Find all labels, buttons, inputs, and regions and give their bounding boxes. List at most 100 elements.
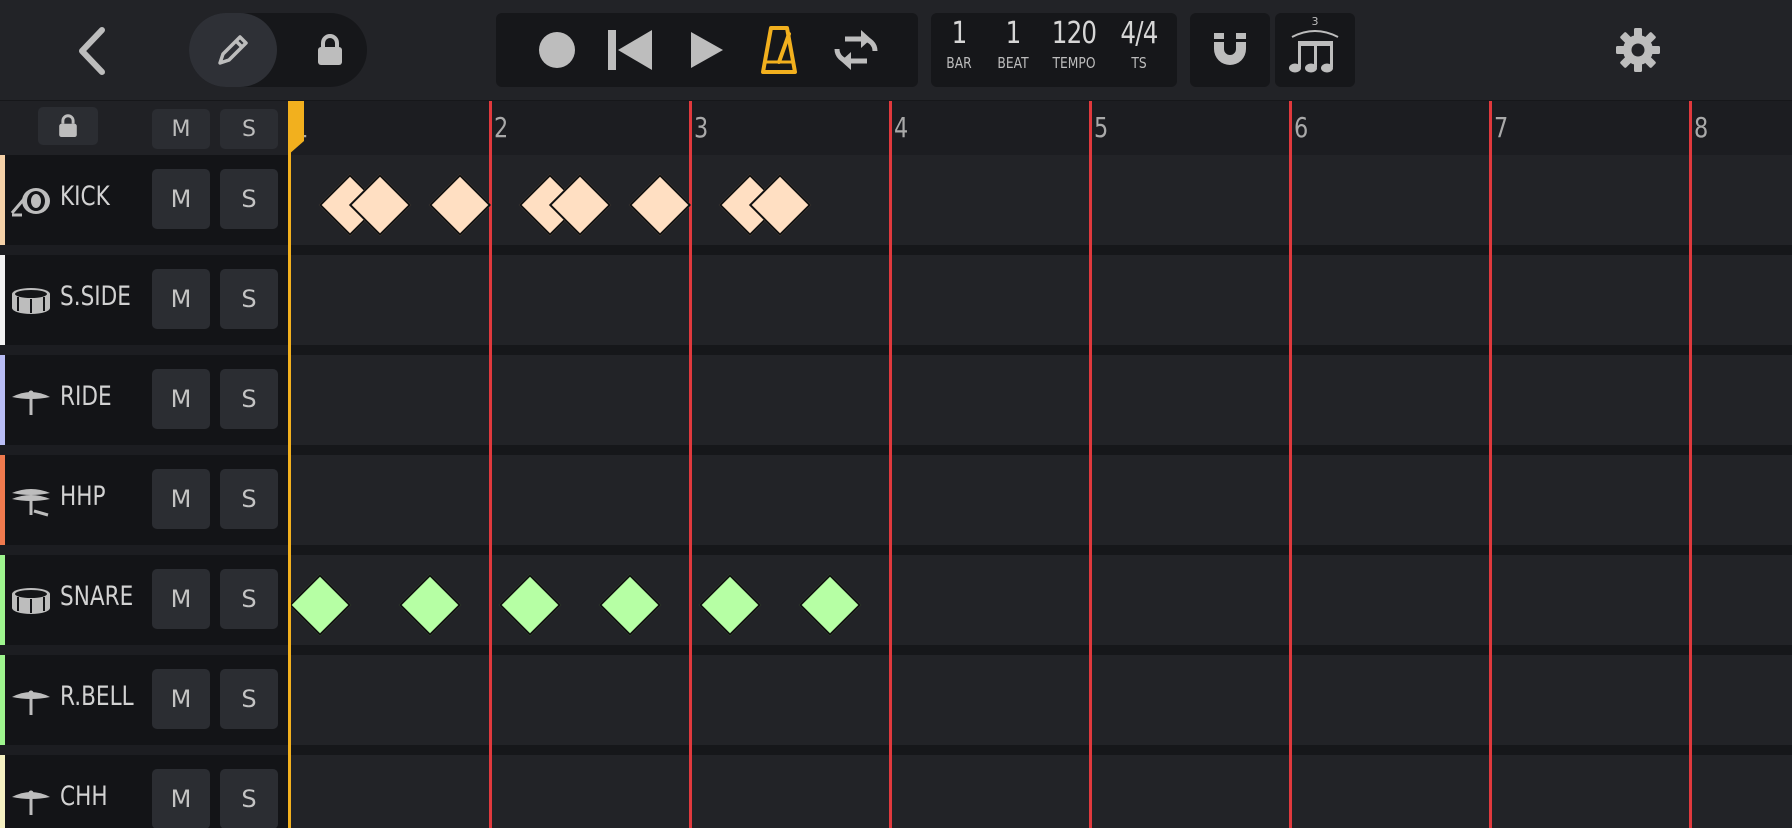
track-row-r-bell[interactable]: R.BELL M S bbox=[0, 655, 290, 745]
lane-separator bbox=[290, 345, 1792, 355]
beat-counter[interactable]: 1 BEAT bbox=[986, 16, 1040, 73]
bar-ruler[interactable]: 12345678 bbox=[290, 101, 1792, 155]
bar-number-2: 2 bbox=[494, 111, 509, 144]
track-name: KICK bbox=[60, 181, 110, 212]
mute-button[interactable]: M bbox=[152, 669, 210, 729]
bar-line-7 bbox=[1489, 101, 1492, 828]
bar-number-3: 3 bbox=[694, 111, 709, 144]
triplet-badge: 3 bbox=[1311, 15, 1319, 28]
solo-button[interactable]: S bbox=[220, 769, 278, 828]
solo-button[interactable]: S bbox=[220, 269, 278, 329]
lane-separator bbox=[290, 745, 1792, 755]
cymbal-icon bbox=[10, 685, 52, 717]
lane-hhp[interactable] bbox=[290, 455, 1792, 545]
bar-number-5: 5 bbox=[1094, 111, 1109, 144]
mute-all-button[interactable]: M bbox=[152, 109, 210, 149]
lock-icon bbox=[59, 114, 77, 137]
mute-button[interactable]: M bbox=[152, 269, 210, 329]
lock-mode-button[interactable] bbox=[300, 20, 360, 80]
track-name: HHP bbox=[60, 481, 106, 512]
loop-button[interactable] bbox=[826, 22, 886, 78]
track-color-strip bbox=[0, 355, 5, 445]
tempo-label: TEMPO bbox=[1052, 54, 1096, 72]
rewind-button[interactable] bbox=[602, 25, 658, 75]
time-signature-label: TS bbox=[1131, 54, 1147, 72]
track-name: S.SIDE bbox=[60, 281, 131, 312]
bar-line-6 bbox=[1289, 101, 1292, 828]
mute-button[interactable]: M bbox=[152, 769, 210, 828]
snap-button[interactable] bbox=[1190, 13, 1270, 87]
bar-line-5 bbox=[1089, 101, 1092, 828]
bar-number-4: 4 bbox=[894, 111, 909, 144]
loop-icon bbox=[834, 30, 878, 70]
triplet-button[interactable]: 3 bbox=[1275, 13, 1355, 87]
kick-drum-icon bbox=[10, 185, 52, 217]
beat-value: 1 bbox=[1005, 16, 1022, 51]
bar-line-3 bbox=[689, 101, 692, 828]
tempo-counter[interactable]: 120 TEMPO bbox=[1042, 16, 1106, 73]
lane-separator bbox=[290, 545, 1792, 555]
bar-number-7: 7 bbox=[1494, 111, 1509, 144]
lane-chh[interactable] bbox=[290, 755, 1792, 828]
track-color-strip bbox=[0, 655, 5, 745]
bar-line-4 bbox=[889, 101, 892, 828]
lane-r-bell[interactable] bbox=[290, 655, 1792, 745]
metronome-button[interactable] bbox=[754, 22, 804, 78]
track-row-hhp[interactable]: HHP M S bbox=[0, 455, 290, 545]
bar-number-6: 6 bbox=[1294, 111, 1309, 144]
back-button[interactable] bbox=[62, 20, 122, 82]
time-signature-value: 4/4 bbox=[1120, 16, 1158, 51]
magnet-snap-icon bbox=[1214, 33, 1246, 65]
track-row-s-side[interactable]: S.SIDE M S bbox=[0, 255, 290, 345]
track-color-strip bbox=[0, 555, 5, 645]
top-toolbar: 1 BAR 1 BEAT 120 TEMPO 4/4 TS 3 bbox=[0, 0, 1792, 101]
mute-button[interactable]: M bbox=[152, 169, 210, 229]
lock-icon bbox=[318, 34, 342, 65]
bar-number-8: 8 bbox=[1694, 111, 1709, 144]
playhead-marker[interactable] bbox=[288, 101, 304, 155]
track-row-kick[interactable]: KICK M S bbox=[0, 155, 290, 245]
solo-button[interactable]: S bbox=[220, 569, 278, 629]
lane-s-side[interactable] bbox=[290, 255, 1792, 345]
solo-button[interactable]: S bbox=[220, 369, 278, 429]
solo-button[interactable]: S bbox=[220, 169, 278, 229]
metronome-icon bbox=[761, 26, 797, 74]
track-color-strip bbox=[0, 755, 5, 828]
mute-button[interactable]: M bbox=[152, 569, 210, 629]
track-color-strip bbox=[0, 255, 5, 345]
track-row-snare[interactable]: SNARE M S bbox=[0, 555, 290, 645]
edit-mode-button[interactable] bbox=[189, 13, 277, 87]
tracks-lock-button[interactable] bbox=[38, 107, 98, 145]
track-row-ride[interactable]: RIDE M S bbox=[0, 355, 290, 445]
skip-to-start-icon bbox=[608, 30, 652, 70]
track-row-chh[interactable]: CHH M S bbox=[0, 755, 290, 828]
track-color-strip bbox=[0, 155, 5, 245]
lane-kick[interactable] bbox=[290, 155, 1792, 245]
track-name: RIDE bbox=[60, 381, 112, 412]
play-icon bbox=[691, 32, 723, 68]
time-signature-counter[interactable]: 4/4 TS bbox=[1110, 16, 1168, 73]
lane-ride[interactable] bbox=[290, 355, 1792, 445]
solo-button[interactable]: S bbox=[220, 469, 278, 529]
lane-separator bbox=[290, 645, 1792, 655]
solo-button[interactable]: S bbox=[220, 669, 278, 729]
bar-counter[interactable]: 1 BAR bbox=[938, 16, 980, 73]
play-button[interactable] bbox=[682, 25, 732, 75]
mute-button[interactable]: M bbox=[152, 369, 210, 429]
playhead[interactable] bbox=[288, 101, 291, 828]
hihat-pedal-icon bbox=[10, 485, 52, 517]
cymbal-icon bbox=[10, 785, 52, 817]
track-color-strip bbox=[0, 455, 5, 545]
solo-all-button[interactable]: S bbox=[220, 109, 278, 149]
track-name: CHH bbox=[60, 781, 108, 812]
tempo-value: 120 bbox=[1051, 16, 1097, 51]
mute-button[interactable]: M bbox=[152, 469, 210, 529]
bar-label: BAR bbox=[946, 54, 972, 72]
snare-drum-icon bbox=[10, 585, 52, 617]
record-button[interactable] bbox=[532, 25, 582, 75]
track-name: SNARE bbox=[60, 581, 134, 612]
lane-separator bbox=[290, 245, 1792, 255]
bar-line-8 bbox=[1689, 101, 1692, 828]
bar-value: 1 bbox=[951, 16, 968, 51]
settings-button[interactable] bbox=[1608, 20, 1668, 80]
